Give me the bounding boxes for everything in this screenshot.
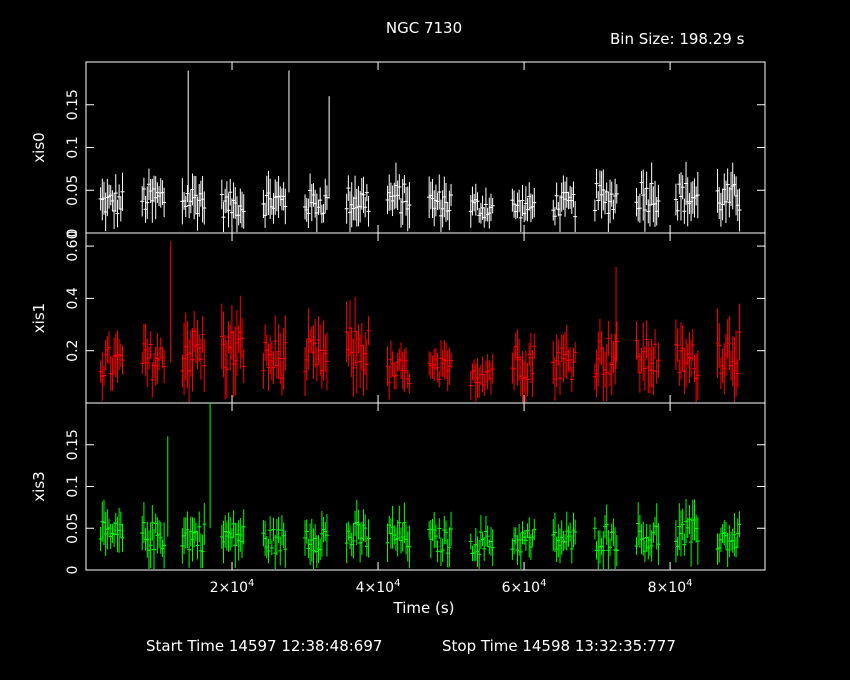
data-segment bbox=[468, 183, 495, 229]
stop-time-label: Stop Time 14598 13:32:35:777 bbox=[442, 637, 676, 655]
x-axis-label: Time (s) bbox=[393, 599, 455, 617]
x-tick-label: 8×104 bbox=[648, 578, 693, 596]
data-segment bbox=[303, 511, 329, 569]
data-segment bbox=[303, 173, 329, 232]
data-segment bbox=[551, 175, 578, 232]
x-tick-label: 6×104 bbox=[502, 578, 547, 596]
data-segment bbox=[673, 161, 700, 227]
data-segment bbox=[634, 502, 661, 565]
data-segment bbox=[427, 511, 454, 568]
data-segment bbox=[98, 330, 125, 401]
data-segment bbox=[385, 162, 412, 232]
data-segment bbox=[140, 323, 167, 398]
data-segment bbox=[219, 509, 246, 568]
y-tick-label: 0.60 bbox=[65, 230, 81, 261]
data-segment bbox=[592, 318, 619, 402]
data-segment bbox=[715, 162, 742, 232]
data-segment bbox=[98, 499, 125, 556]
light-curve-chart: NGC 7130 Bin Size: 198.29 s 0 0.05 0.1 0.15… bbox=[30, 19, 766, 655]
data-segment bbox=[468, 354, 495, 402]
x-tick-label: 2×104 bbox=[210, 578, 255, 596]
y-tick-label: 0 bbox=[65, 566, 81, 575]
y-tick-label: 0.15 bbox=[65, 89, 81, 120]
data-segment bbox=[673, 499, 700, 567]
data-segment bbox=[140, 502, 167, 569]
data-segment bbox=[592, 168, 619, 232]
data-segment bbox=[98, 172, 125, 232]
data-segment bbox=[261, 515, 288, 569]
data-segment bbox=[634, 320, 661, 396]
data-segment bbox=[673, 319, 700, 402]
data-segment bbox=[510, 517, 537, 569]
panel-xis1: 0.2 0.4 0.60 xis1 bbox=[30, 230, 766, 404]
data-segment bbox=[427, 340, 454, 392]
data-segment bbox=[344, 175, 371, 232]
data-segment bbox=[344, 296, 371, 397]
data-segment bbox=[427, 174, 454, 232]
data-segment bbox=[385, 502, 412, 569]
data-segment bbox=[261, 170, 288, 228]
panel-xis3: 0 0.05 0.1 0.15 xis3 bbox=[30, 402, 766, 575]
data-segment bbox=[715, 303, 742, 402]
y-tick-label: 0.05 bbox=[65, 513, 81, 544]
data-segment bbox=[510, 182, 537, 232]
bin-size-label: Bin Size: 198.29 s bbox=[610, 30, 745, 48]
data-segment bbox=[715, 511, 742, 567]
panel-xis0: 00.050.10.15xis0 bbox=[30, 61, 766, 237]
data-segment bbox=[551, 511, 578, 564]
y-tick-label: 0.15 bbox=[65, 429, 81, 460]
y-tick-label: 0.05 bbox=[65, 175, 81, 206]
data-segment bbox=[551, 324, 578, 401]
data-segment bbox=[180, 503, 207, 569]
data-segment bbox=[180, 173, 207, 231]
y-tick-label: 0.1 bbox=[65, 475, 81, 497]
y-axis-label: xis0 bbox=[30, 132, 48, 162]
data-segment bbox=[592, 504, 619, 569]
data-segment bbox=[219, 178, 246, 232]
y-tick-label: 0.2 bbox=[65, 340, 81, 362]
data-segment bbox=[510, 329, 537, 402]
data-segment bbox=[468, 515, 495, 569]
y-tick-label: 0.4 bbox=[65, 287, 81, 309]
data-segment bbox=[344, 499, 371, 564]
data-segment bbox=[219, 295, 246, 400]
data-segment bbox=[303, 308, 329, 397]
data-segment bbox=[180, 310, 207, 402]
x-tick-label: 4×104 bbox=[356, 578, 401, 596]
data-segment bbox=[634, 162, 661, 232]
start-time-label: Start Time 14597 12:38:48:697 bbox=[146, 637, 382, 655]
y-axis-label: xis1 bbox=[30, 303, 48, 333]
data-segment bbox=[261, 315, 288, 396]
data-segment bbox=[140, 168, 167, 223]
chart-title: NGC 7130 bbox=[386, 19, 462, 37]
data-segment bbox=[385, 340, 412, 400]
y-axis-label: xis3 bbox=[30, 471, 48, 501]
y-tick-label: 0.1 bbox=[65, 136, 81, 158]
